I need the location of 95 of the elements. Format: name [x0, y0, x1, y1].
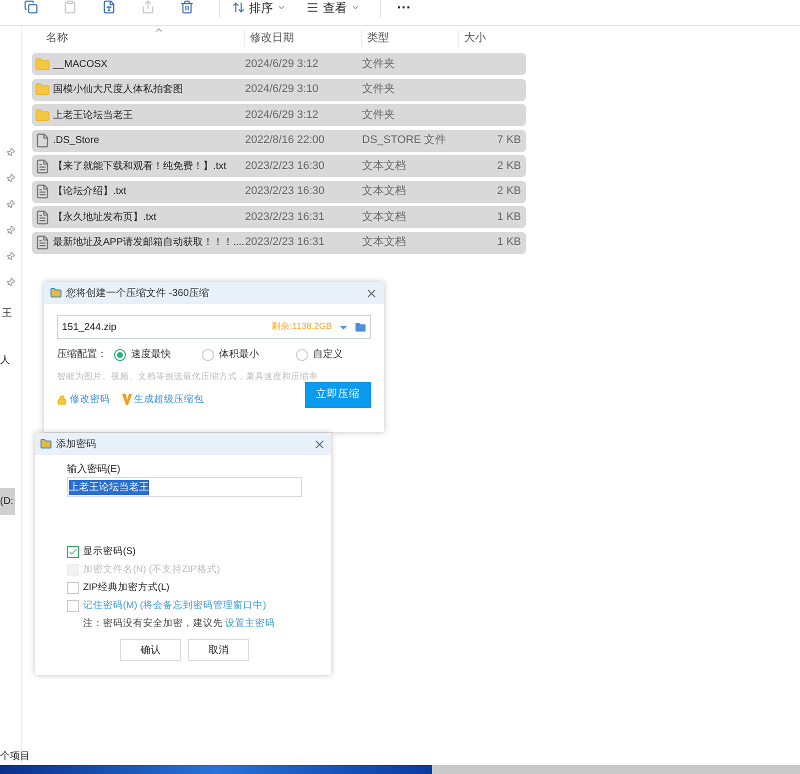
sidebar-item[interactable]: 王 [2, 306, 14, 321]
check-icon [68, 547, 78, 557]
lock-icon [57, 394, 67, 405]
v-badge-icon [122, 394, 132, 406]
folder-icon [35, 56, 50, 72]
sidebar-item[interactable]: 人 [0, 353, 12, 368]
view-button[interactable]: 查看 [306, 0, 360, 16]
file-name: 国模小仙大尺度人体私拍套图 [53, 82, 183, 97]
sort-icon [232, 1, 245, 14]
file-icon [35, 158, 50, 174]
folder-icon [35, 82, 50, 97]
file-row[interactable]: 【永久地址发布页】.txt 2023/2/23 16:31 文本文档 1 KB [32, 206, 526, 228]
file-type: DS_STORE 文件 [362, 132, 448, 148]
radio-option[interactable]: 自定义 [296, 347, 343, 362]
file-date: 2024/6/29 3:10 [245, 82, 320, 98]
file-row[interactable]: __MACOSX 2024/6/29 3:12 文件夹 [32, 53, 526, 75]
file-row[interactable]: 【论坛介绍】.txt 2023/2/23 16:30 文本文档 2 KB [32, 180, 526, 202]
file-icon [35, 184, 50, 199]
column-header[interactable]: 修改日期 [245, 30, 362, 47]
file-row[interactable]: 最新地址及APP请发邮箱自动获取！！！....2023/2/23 16:31 文本文档 1 KB [32, 232, 526, 254]
free-space-text: 剩余:1138.2GB [272, 320, 332, 334]
file-type: 文件夹 [362, 56, 396, 72]
dialog-title: 添加密码 [56, 438, 97, 452]
pin-icon [4, 146, 17, 159]
pin-icon [4, 172, 17, 185]
file-size: 2 KB [496, 184, 521, 200]
file-type: 文本文档 [362, 158, 407, 174]
password-field[interactable]: 上老王论坛当老王 [67, 477, 302, 497]
file-date: 2023/2/23 16:31 [245, 235, 326, 250]
folder-icon [35, 108, 50, 122]
more-button[interactable]: ··· [397, 0, 411, 18]
checkbox-option[interactable]: 显示密码(S) [67, 543, 331, 561]
confirm-button[interactable]: 确认 [120, 639, 181, 662]
chevron-icon [277, 3, 286, 12]
pin-icon [4, 224, 17, 237]
pin-icon [4, 250, 17, 263]
sidebar-item[interactable]: (D: [0, 488, 16, 515]
file-icon [35, 133, 50, 148]
file-name: 【来了就能下载和观看！纯免费！】.txt [53, 160, 226, 174]
lines-icon [306, 1, 319, 14]
file-date: 2023/2/23 16:31 [245, 210, 326, 225]
sort-button[interactable]: 排序 [232, 0, 286, 16]
super-archive-link[interactable]: 生成超级压缩包 [134, 392, 305, 407]
rename-icon[interactable] [102, 0, 116, 14]
cancel-button[interactable]: 取消 [188, 639, 249, 662]
file-type: 文件夹 [362, 82, 396, 98]
file-row[interactable]: 国模小仙大尺度人体私拍套图 2024/6/29 3:10 文件夹 [32, 78, 526, 100]
copy-icon[interactable] [24, 0, 38, 14]
file-type: 文件夹 [362, 108, 396, 123]
file-date: 2024/6/29 3:12 [245, 108, 320, 123]
file-name: .DS_Store [53, 134, 100, 148]
close-icon[interactable] [365, 286, 378, 300]
file-size: 7 KB [496, 133, 521, 148]
file-row[interactable]: .DS_Store 2022/8/16 22:00 DS_STORE 文件 7 KB [32, 130, 526, 152]
file-type: 文本文档 [362, 210, 407, 225]
file-icon [35, 235, 50, 250]
column-header[interactable]: 名称 [32, 30, 245, 47]
browse-folder-icon[interactable] [355, 322, 366, 332]
file-name: 【永久地址发布页】.txt [53, 210, 156, 224]
file-icon [35, 210, 50, 224]
delete-icon[interactable] [180, 0, 194, 14]
file-date: 2022/8/16 22:00 [245, 133, 326, 148]
file-size: 1 KB [496, 235, 521, 250]
app-icon [40, 438, 52, 450]
file-type: 文本文档 [362, 184, 407, 200]
radio-option[interactable]: 速度最快 [114, 347, 202, 362]
app-icon [50, 287, 62, 299]
password-label: 输入密码(E) [67, 462, 122, 477]
close-icon[interactable] [313, 438, 326, 450]
file-date: 2024/6/29 3:12 [245, 56, 320, 72]
file-name: 最新地址及APP请发邮箱自动获取！！！.... [53, 236, 244, 250]
column-header[interactable]: 类型 [362, 30, 459, 47]
chevron-icon [351, 3, 360, 12]
note-text: 注：密码没有安全加密，建议先 [83, 617, 223, 631]
file-name: __MACOSX [53, 58, 108, 72]
file-row[interactable]: 【来了就能下载和观看！纯免费！】.txt 2023/2/23 16:30 文本文档 2 KB [32, 155, 526, 177]
status-text: 个项目 [0, 750, 30, 764]
file-size: 2 KB [496, 158, 521, 174]
filename-field[interactable]: 151_244.zip [62, 320, 266, 334]
config-label: 压缩配置： [57, 348, 108, 362]
column-header[interactable]: 大小 [459, 30, 519, 47]
file-date: 2023/2/23 16:30 [245, 184, 326, 200]
file-row[interactable]: 上老王论坛当老王 2024/6/29 3:12 文件夹 [32, 104, 526, 126]
change-password-link[interactable]: 修改密码 [70, 392, 110, 407]
file-name: 【论坛介绍】.txt [53, 184, 126, 199]
file-name: 上老王论坛当老王 [53, 108, 133, 122]
pin-icon [4, 276, 17, 289]
checkbox-option[interactable]: ZIP经典加密方式(L) [67, 579, 331, 597]
pin-icon [4, 198, 17, 211]
file-date: 2023/2/23 16:30 [245, 158, 326, 174]
hint-text: 智能为图片、视频、文档等挑选最优压缩方式，兼具速度和压缩率 [57, 370, 319, 383]
file-type: 文本文档 [362, 234, 407, 250]
radio-option[interactable]: 体积最小 [202, 347, 296, 362]
dialog-title: 您将创建一个压缩文件 -360压缩 [66, 286, 210, 300]
file-size: 1 KB [496, 210, 521, 225]
